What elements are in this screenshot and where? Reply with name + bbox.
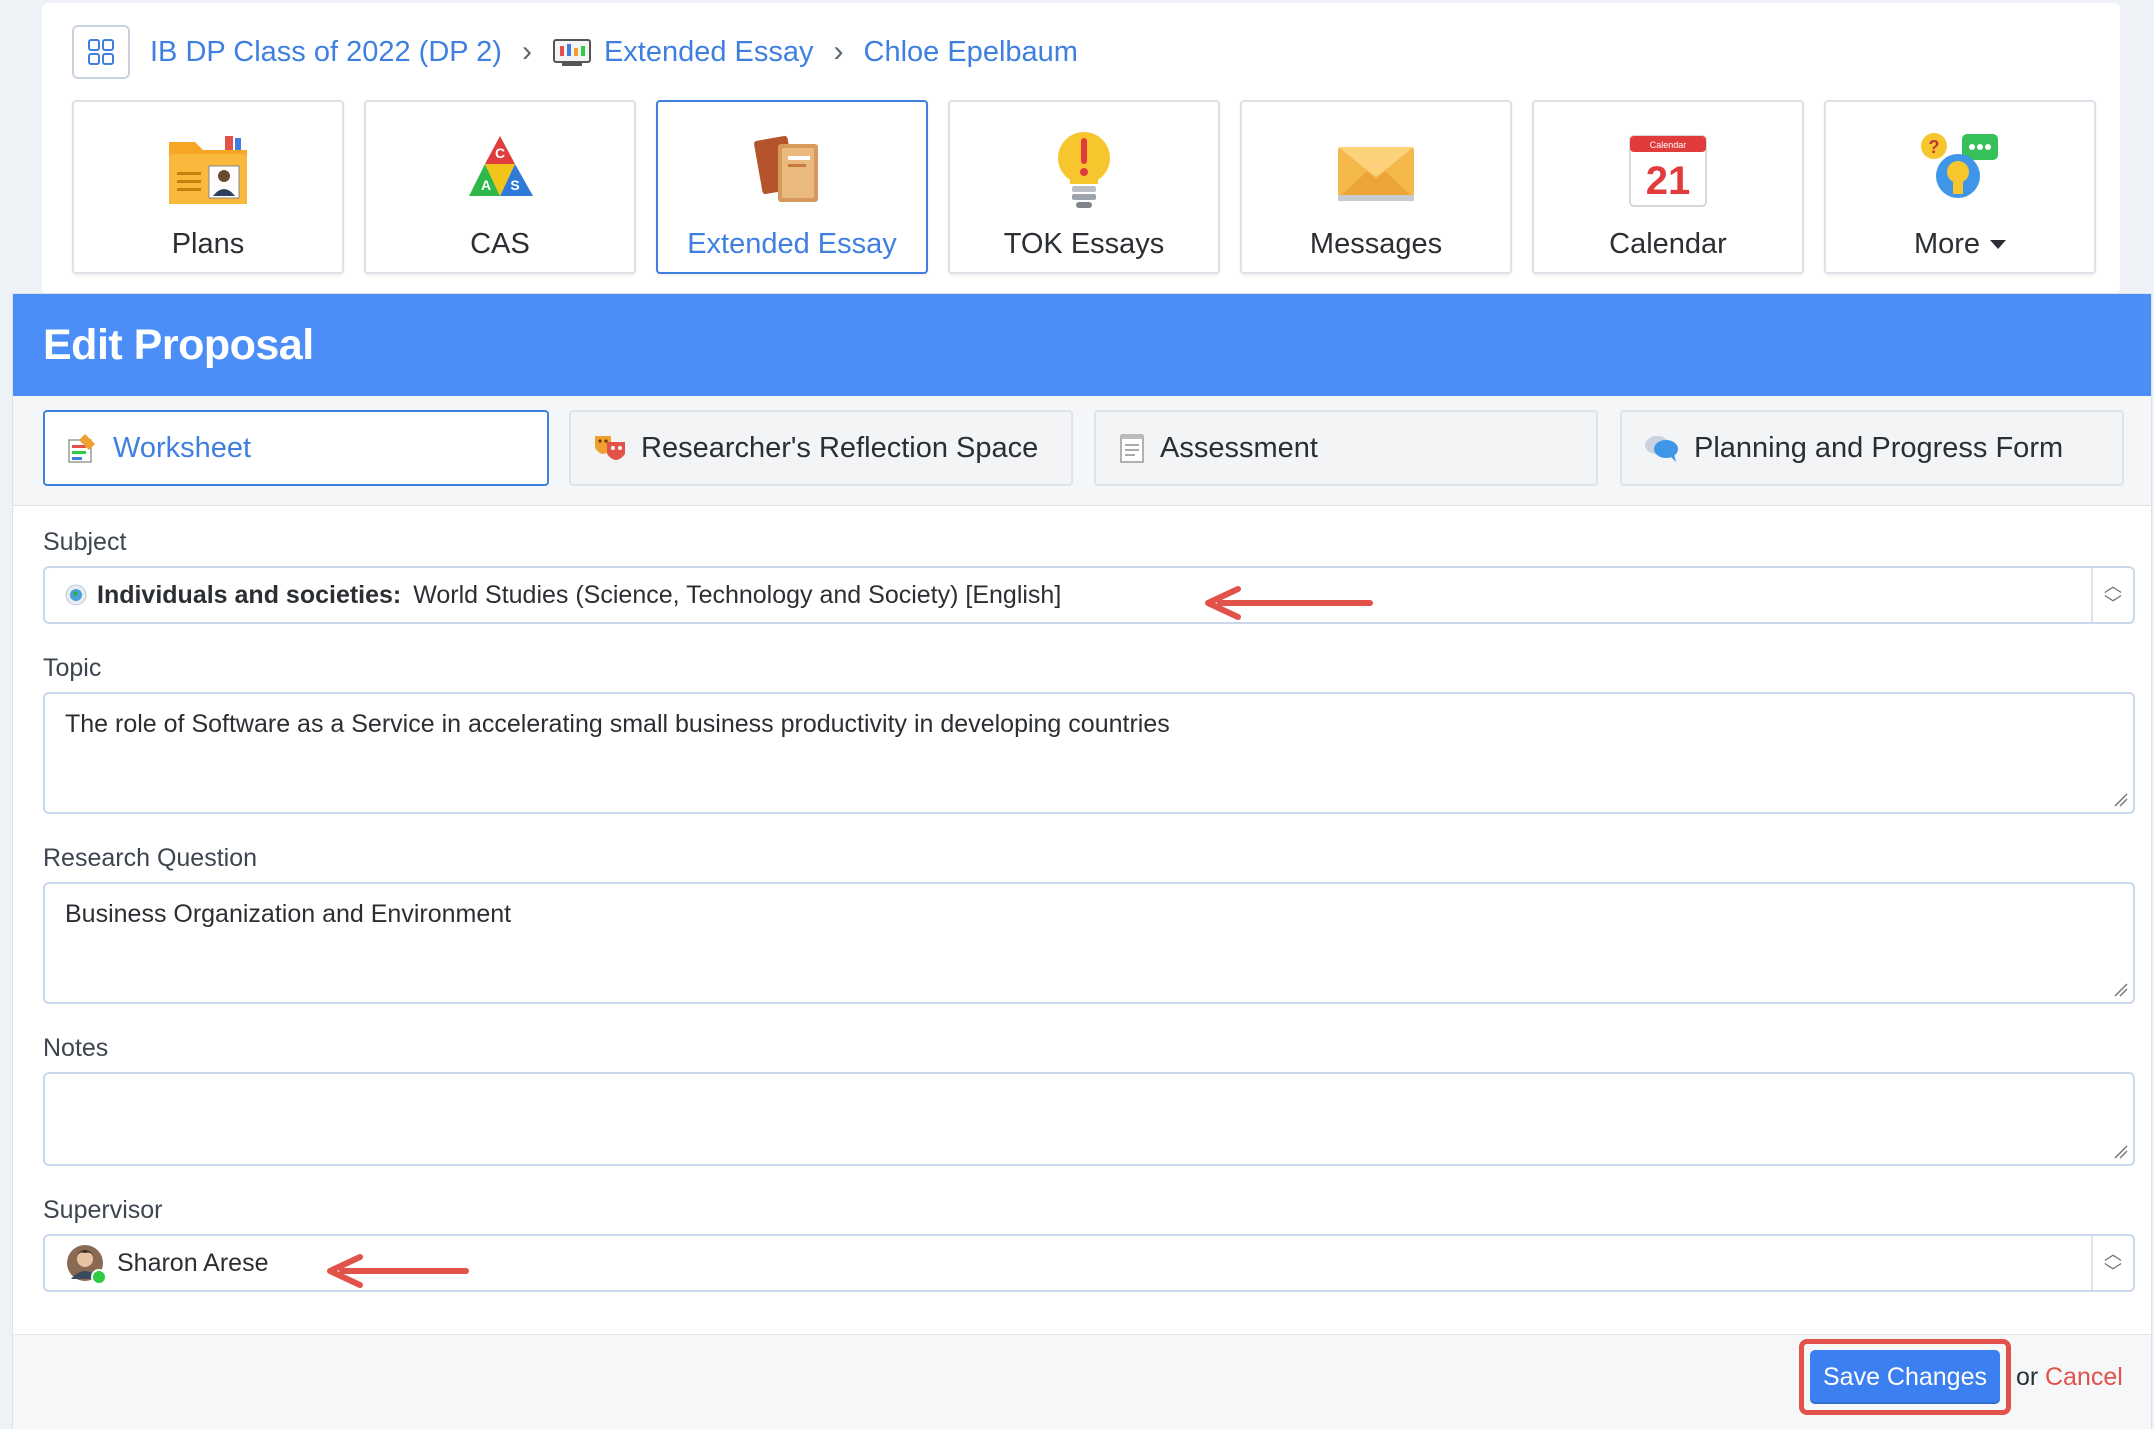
folder-person-icon	[165, 124, 251, 216]
or-text: or	[2016, 1363, 2039, 1391]
apps-grid-button[interactable]	[72, 25, 130, 79]
app-label: Extended Essay	[687, 228, 897, 260]
tab-label: Assessment	[1160, 431, 1318, 464]
extended-essay-small-icon	[552, 36, 592, 68]
annotation-arrow-supervisor	[327, 1254, 469, 1288]
app-tok-essays[interactable]: TOK Essays	[948, 100, 1220, 274]
svg-text:A: A	[481, 177, 491, 193]
calendar-header-text: Calendar	[1650, 140, 1687, 150]
grid-icon	[88, 39, 114, 65]
more-label: More	[1913, 228, 1981, 260]
subject-category: Individuals and societies:	[97, 580, 402, 609]
worksheet-icon	[68, 434, 95, 463]
topic-textarea[interactable]: The role of Software as a Service in acc…	[43, 692, 2135, 814]
app-label: TOK Essays	[1003, 228, 1165, 260]
resize-grip-icon[interactable]	[2113, 792, 2129, 808]
svg-text:?: ?	[1929, 137, 1940, 157]
app-cas[interactable]: C A S CAS	[364, 100, 636, 274]
envelope-icon	[1335, 124, 1417, 216]
tab-label: Worksheet	[113, 431, 252, 464]
research-question-textarea[interactable]: Business Organization and Environment	[43, 882, 2135, 1004]
app-extended-essay[interactable]: Extended Essay	[656, 100, 928, 274]
notes-textarea[interactable]	[43, 1072, 2135, 1166]
tab-researchers-reflection-space[interactable]: Researcher's Reflection Space	[569, 410, 1073, 486]
annotation-arrow-subject	[1205, 586, 1373, 620]
chevron-up-icon: ︿	[2104, 576, 2122, 596]
research-question-value: Business Organization and Environment	[65, 900, 512, 928]
notes-label: Notes	[43, 1034, 109, 1062]
notepad-icon	[1120, 434, 1144, 463]
save-highlight-box: Save Changes	[1799, 1339, 2011, 1415]
supervisor-label: Supervisor	[43, 1196, 163, 1224]
chat-bubbles-icon	[1645, 436, 1678, 462]
app-label: More	[1913, 228, 2007, 261]
lightbulb-icon	[1054, 124, 1114, 216]
research-question-label: Research Question	[43, 844, 258, 872]
globe-icon	[65, 584, 87, 606]
app-more[interactable]: ? More	[1824, 100, 2096, 274]
cas-triangle-icon: C A S	[459, 124, 541, 216]
select-stepper[interactable]: ︿ ﹀	[2091, 568, 2133, 622]
breadcrumb-student-link[interactable]: Chloe Epelbaum	[864, 36, 1078, 69]
app-messages[interactable]: Messages	[1240, 100, 1512, 274]
resize-grip-icon[interactable]	[2113, 982, 2129, 998]
page-title: Edit Proposal	[43, 320, 314, 369]
app-label: CAS	[470, 228, 530, 260]
resize-grip-icon[interactable]	[2113, 1144, 2129, 1160]
caret-down-icon	[1990, 239, 2007, 249]
app-launcher: Plans C A S CAS Extended Essay TOK Essay…	[72, 100, 2096, 274]
breadcrumb: IB DP Class of 2022 (DP 2) › Extended Es…	[72, 24, 1078, 80]
chevron-up-icon: ︿	[2104, 1244, 2122, 1264]
cancel-link[interactable]: Cancel	[2045, 1363, 2123, 1392]
online-status-dot	[91, 1269, 107, 1285]
help-chat-icon: ?	[1918, 124, 2002, 216]
breadcrumb-class-link[interactable]: IB DP Class of 2022 (DP 2)	[150, 36, 502, 69]
topic-label: Topic	[43, 654, 102, 682]
tab-worksheet[interactable]: Worksheet	[43, 410, 549, 486]
tab-label: Planning and Progress Form	[1694, 431, 2064, 464]
books-icon	[752, 124, 832, 216]
svg-text:S: S	[510, 177, 519, 193]
tab-label: Researcher's Reflection Space	[641, 431, 1039, 464]
supervisor-value: Sharon Arese	[117, 1248, 269, 1277]
panel-header: Edit Proposal	[13, 294, 2151, 396]
chevron-right-icon: ›	[521, 35, 532, 68]
calendar-day-number: 21	[1646, 159, 1691, 203]
chevron-down-icon: ﹀	[2104, 1262, 2122, 1282]
subject-value: World Studies (Science, Technology and S…	[413, 580, 1062, 609]
topic-value: The role of Software as a Service in acc…	[65, 710, 1170, 738]
select-stepper[interactable]: ︿ ﹀	[2091, 1236, 2133, 1290]
svg-text:C: C	[495, 145, 505, 161]
save-changes-button[interactable]: Save Changes	[1810, 1350, 2000, 1404]
app-calendar[interactable]: Calendar 21 Calendar	[1532, 100, 1804, 274]
calendar-icon: Calendar 21	[1628, 124, 1708, 216]
subject-select[interactable]: Individuals and societies: World Studies…	[43, 566, 2135, 624]
form-footer: Save Changes or Cancel	[13, 1334, 2151, 1429]
chevron-down-icon: ﹀	[2104, 594, 2122, 614]
app-plans[interactable]: Plans	[72, 100, 344, 274]
avatar	[65, 1243, 107, 1285]
section-tabs: Worksheet Researcher's Reflection Space …	[13, 396, 2151, 506]
app-label: Plans	[171, 228, 245, 260]
app-label: Calendar	[1609, 228, 1727, 260]
breadcrumb-section-link[interactable]: Extended Essay	[604, 36, 814, 69]
chevron-right-icon: ›	[833, 35, 844, 68]
subject-label: Subject	[43, 528, 127, 556]
theater-masks-icon	[595, 436, 625, 460]
tab-planning-and-progress-form[interactable]: Planning and Progress Form	[1620, 410, 2124, 486]
tab-assessment[interactable]: Assessment	[1094, 410, 1598, 486]
app-label: Messages	[1309, 228, 1443, 260]
